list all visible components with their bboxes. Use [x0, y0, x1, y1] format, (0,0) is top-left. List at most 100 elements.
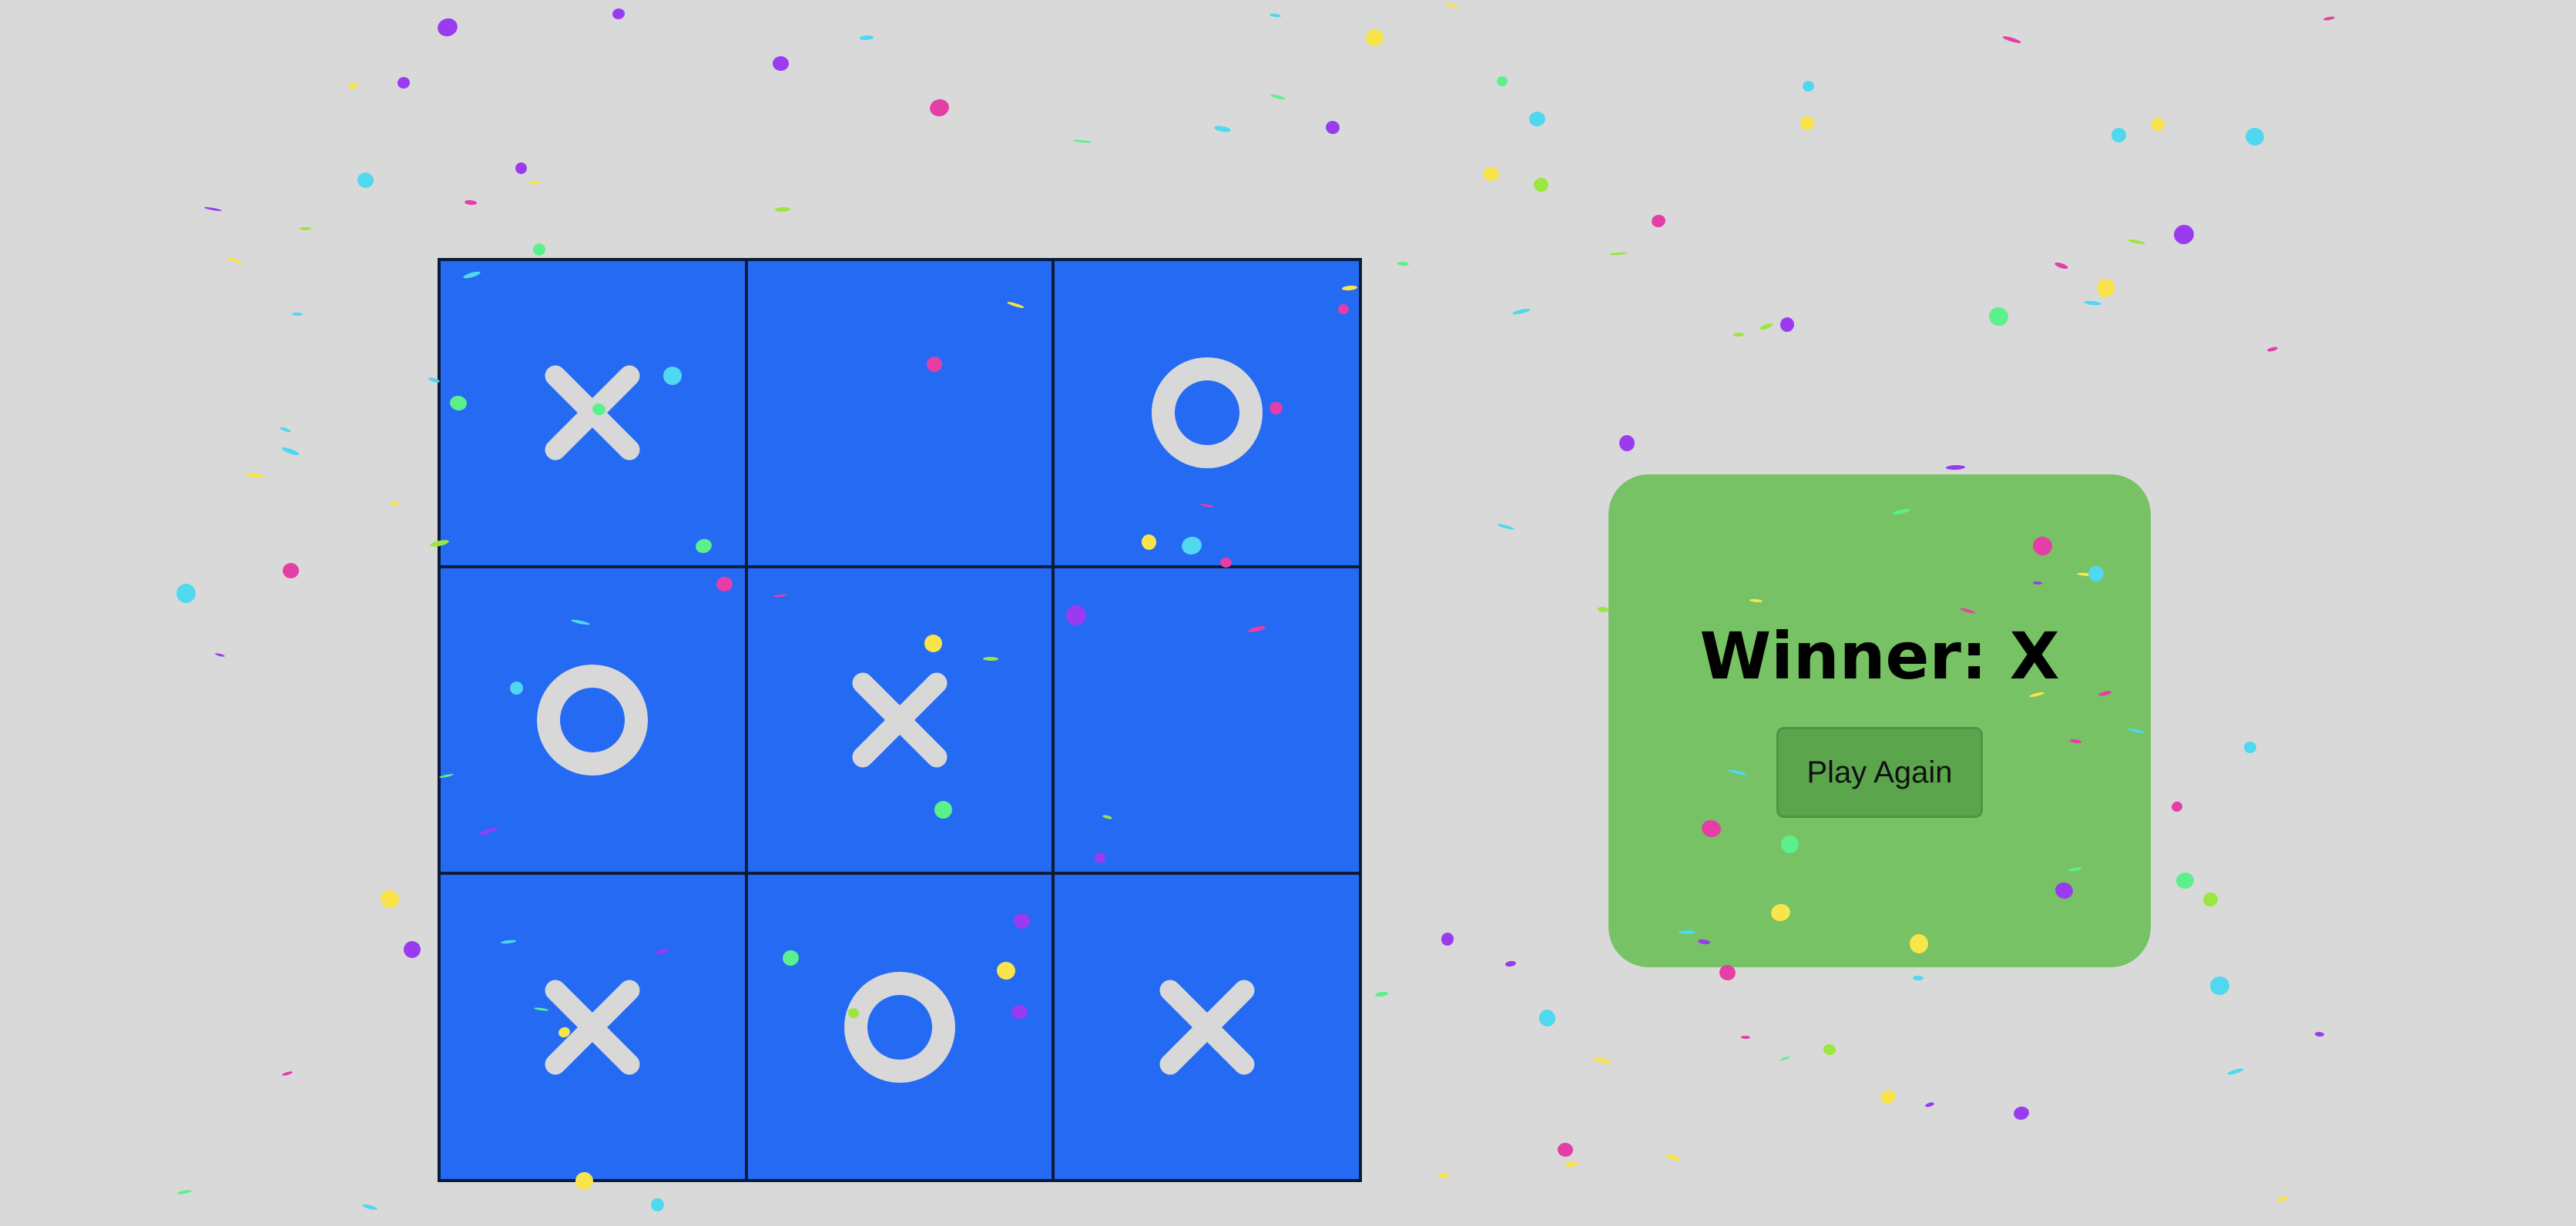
- confetti-piece: [355, 170, 376, 190]
- winner-panel: Winner: X Play Again: [1608, 474, 2151, 967]
- confetti-piece: [1759, 322, 1774, 331]
- confetti-piece: [214, 652, 226, 658]
- confetti-piece: [388, 501, 401, 507]
- confetti-piece: [1496, 75, 1508, 87]
- confetti-piece: [2266, 346, 2279, 353]
- confetti-piece: [226, 256, 243, 265]
- confetti-piece: [1528, 111, 1546, 127]
- confetti-piece: [280, 446, 300, 457]
- confetti-piece: [2083, 300, 2102, 306]
- game-stage: Winner: X Play Again: [0, 0, 2576, 1226]
- confetti-piece: [1779, 316, 1796, 333]
- confetti-piece: [1374, 990, 1389, 998]
- o-mark-icon: [1151, 357, 1263, 469]
- confetti-piece: [2323, 15, 2336, 22]
- board-cell-4[interactable]: [439, 566, 746, 874]
- confetti-piece: [649, 1196, 666, 1214]
- board-cell-2[interactable]: [746, 260, 1054, 567]
- confetti-piece: [2054, 261, 2069, 270]
- confetti-piece: [1801, 79, 1816, 93]
- x-mark-icon: [1159, 980, 1255, 1075]
- confetti-piece: [1213, 124, 1232, 134]
- confetti-piece: [2110, 126, 2128, 144]
- confetti-piece: [1557, 1142, 1574, 1157]
- o-mark-icon: [844, 971, 955, 1083]
- confetti-piece: [1397, 261, 1410, 266]
- confetti-piece: [773, 56, 789, 71]
- confetti-piece: [1878, 1088, 1898, 1106]
- confetti-piece: [2127, 238, 2146, 246]
- confetti-piece: [1945, 464, 1966, 471]
- play-again-button[interactable]: Play Again: [1776, 727, 1983, 818]
- board-cell-3[interactable]: [1053, 260, 1360, 567]
- confetti-piece: [176, 583, 196, 604]
- confetti-piece: [2201, 890, 2220, 909]
- confetti-piece: [532, 243, 546, 256]
- confetti-piece: [378, 887, 401, 911]
- confetti-piece: [1533, 177, 1549, 193]
- board-cell-1[interactable]: [439, 260, 746, 567]
- board-cell-8[interactable]: [746, 873, 1054, 1181]
- confetti-piece: [2276, 1195, 2288, 1203]
- confetti-piece: [1732, 332, 1745, 337]
- confetti-piece: [2171, 222, 2197, 247]
- confetti-piece: [299, 226, 312, 231]
- confetti-piece: [2001, 35, 2022, 45]
- confetti-piece: [1912, 975, 1924, 981]
- confetti-piece: [1323, 119, 1342, 136]
- confetti-piece: [1511, 307, 1531, 316]
- o-mark-icon: [537, 664, 649, 775]
- confetti-piece: [1481, 166, 1501, 183]
- confetti-piece: [2175, 871, 2195, 890]
- confetti-piece: [612, 7, 626, 21]
- confetti-piece: [1650, 213, 1667, 229]
- confetti-piece: [464, 199, 478, 206]
- confetti-piece: [1496, 523, 1515, 531]
- confetti-piece: [2170, 799, 2184, 814]
- confetti-piece: [281, 1070, 293, 1077]
- confetti-piece: [1364, 28, 1385, 48]
- confetti-piece: [2150, 116, 2166, 132]
- confetti-piece: [2243, 741, 2257, 754]
- confetti-piece: [2208, 973, 2232, 998]
- confetti-piece: [2226, 1067, 2245, 1077]
- confetti-piece: [1072, 139, 1092, 144]
- confetti-piece: [1799, 115, 1816, 132]
- confetti-piece: [2095, 277, 2116, 299]
- confetti-piece: [1270, 93, 1286, 101]
- board-cell-5[interactable]: [746, 566, 1054, 874]
- tic-tac-toe-board: [438, 258, 1362, 1182]
- x-mark-icon: [545, 365, 640, 461]
- confetti-piece: [515, 162, 528, 175]
- confetti-piece: [2012, 1104, 2031, 1122]
- confetti-piece: [244, 472, 265, 479]
- confetti-piece: [1822, 1042, 1837, 1057]
- winner-title: Winner: X: [1699, 618, 2060, 694]
- board-cell-9[interactable]: [1053, 873, 1360, 1181]
- confetti-piece: [1504, 960, 1517, 968]
- confetti-piece: [396, 75, 411, 90]
- confetti-piece: [859, 35, 874, 41]
- confetti-piece: [347, 82, 359, 89]
- confetti-piece: [291, 312, 304, 317]
- confetti-piece: [176, 1189, 193, 1195]
- confetti-piece: [1537, 1007, 1558, 1029]
- confetti-piece: [1618, 434, 1635, 452]
- confetti-piece: [1986, 304, 2011, 329]
- confetti-piece: [1608, 251, 1628, 256]
- confetti-piece: [1444, 2, 1459, 9]
- confetti-piece: [1593, 1056, 1612, 1065]
- confetti-piece: [1269, 12, 1282, 18]
- board-cell-6[interactable]: [1053, 566, 1360, 874]
- confetti-piece: [1740, 1035, 1751, 1040]
- x-mark-icon: [545, 980, 640, 1075]
- x-mark-icon: [852, 672, 948, 768]
- confetti-piece: [1924, 1101, 1935, 1108]
- confetti-piece: [203, 206, 223, 212]
- board-cell-7[interactable]: [439, 873, 746, 1181]
- confetti-piece: [1779, 1055, 1791, 1062]
- confetti-piece: [434, 15, 461, 39]
- confetti-piece: [361, 1203, 378, 1211]
- confetti-piece: [2243, 126, 2266, 148]
- confetti-piece: [927, 97, 951, 119]
